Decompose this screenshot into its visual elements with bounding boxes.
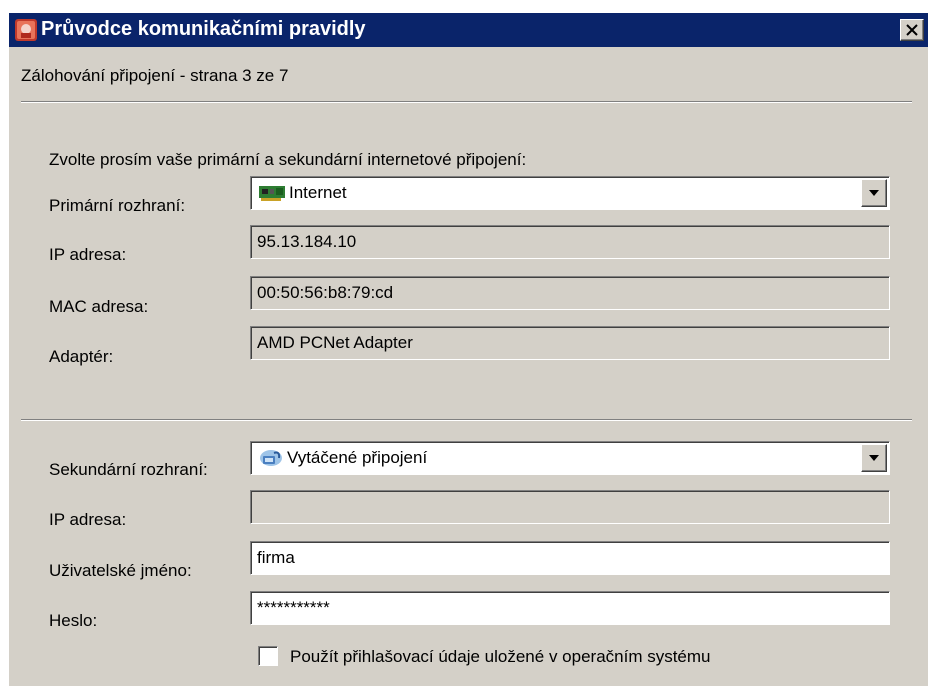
app-icon [15, 19, 37, 41]
primary-ip-field: 95.13.184.10 [250, 225, 890, 259]
close-icon [906, 24, 918, 36]
chevron-down-icon [869, 455, 879, 461]
secondary-interface-value: Vytáčené připojení [287, 448, 428, 467]
instruction-text: Zvolte prosím vaše primární a sekundární… [49, 150, 527, 169]
window-title: Průvodce komunikačními pravidly [41, 18, 366, 40]
password-label: Heslo: [49, 611, 98, 630]
secondary-ip-label: IP adresa: [49, 510, 127, 529]
chevron-down-icon [869, 190, 879, 196]
primary-adapter-field: AMD PCNet Adapter [250, 326, 890, 360]
password-input[interactable]: *********** [250, 591, 890, 625]
title-bar[interactable]: Průvodce komunikačními pravidly [9, 13, 928, 47]
primary-adapter-label: Adaptér: [49, 347, 114, 366]
primary-interface-value: Internet [289, 183, 347, 202]
secondary-interface-dropdown-button[interactable] [861, 444, 887, 472]
primary-interface-select[interactable]: Internet [250, 176, 890, 210]
section-separator [21, 419, 912, 421]
username-label: Uživatelské jméno: [49, 561, 192, 580]
primary-ip-label: IP adresa: [49, 245, 127, 264]
primary-interface-label: Primární rozhraní: [49, 196, 186, 215]
primary-interface-dropdown-button[interactable] [861, 179, 887, 207]
network-card-icon [259, 186, 285, 201]
primary-mac-label: MAC adresa: [49, 297, 149, 316]
secondary-interface-select[interactable]: Vytáčené připojení [250, 441, 890, 475]
username-input[interactable]: firma [250, 541, 890, 575]
use-os-credentials-label[interactable]: Použít přihlašovací údaje uložené v oper… [290, 647, 711, 667]
secondary-ip-field [250, 490, 890, 524]
page-heading: Zálohování připojení - strana 3 ze 7 [21, 66, 289, 85]
use-os-credentials-checkbox[interactable] [258, 646, 278, 666]
wizard-window: Průvodce komunikačními pravidly Zálohová… [8, 13, 928, 686]
secondary-interface-label: Sekundární rozhraní: [49, 460, 208, 479]
primary-mac-field: 00:50:56:b8:79:cd [250, 276, 890, 310]
dialup-connection-icon [260, 450, 282, 466]
header-separator [21, 101, 912, 103]
close-button[interactable] [900, 19, 924, 41]
